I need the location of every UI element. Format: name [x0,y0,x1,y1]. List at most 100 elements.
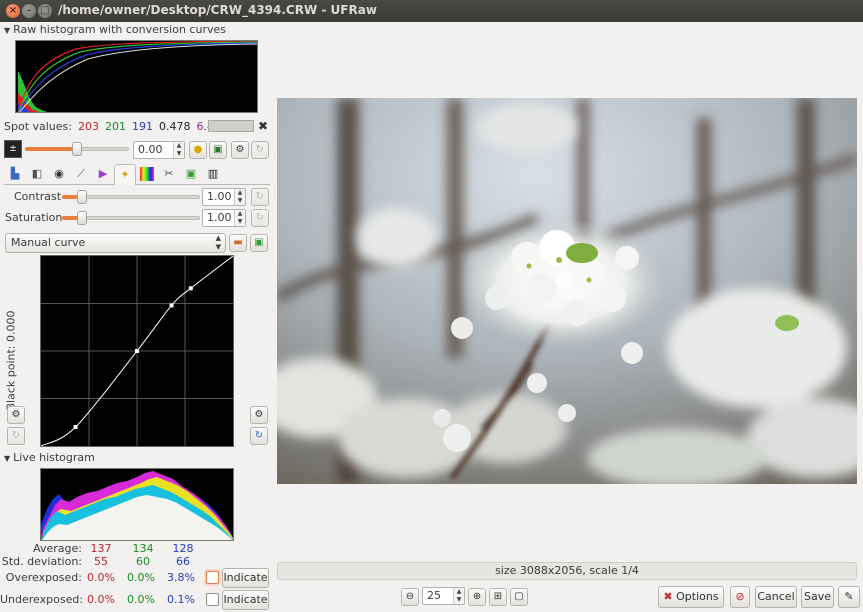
reset-saturation-button[interactable]: ↻ [251,209,269,227]
delete-icon: ⊘ [735,590,745,603]
tab-color-management[interactable]: ▶ [92,164,114,185]
over-red: 0.0% [87,571,115,584]
zoom-fit-button[interactable]: ⊞ [489,588,507,606]
live-histogram-title: Live histogram [13,451,95,464]
wrench-icon: ✖ [663,590,673,603]
curve-anchor-point[interactable] [135,349,139,353]
spot-green: 201 [105,120,126,133]
saturation-slider[interactable] [62,211,200,225]
tab-raw[interactable]: ▙ [4,164,26,185]
reset-curve-button[interactable]: ↻ [250,427,268,445]
zoom-in-button[interactable]: ⊕ [468,588,486,606]
overexposed-indicate-button[interactable]: Indicate [222,568,269,588]
curve-editor[interactable] [40,255,234,447]
auto-exposure-button[interactable]: ● [189,141,207,159]
spin-arrows-icon[interactable]: ▲ ▼ [234,189,245,205]
underexposed-label: Underexposed: [0,593,84,606]
zoom-fit-icon: ⊞ [493,591,503,602]
contrast-spinbox[interactable]: 1.00 ▲ ▼ [202,188,246,206]
maximize-window-button[interactable]: □ [38,4,52,18]
save-curve-button[interactable]: ▣ [250,234,268,252]
std-deviation-label: Std. deviation: [1,555,82,568]
tab-save[interactable]: ▣ [180,164,202,185]
tool-tabs: ▙ ◧ ◉ ⟋ ▶ ✦ ✂ ▣ ▥ [4,163,270,185]
gears-icon: ⚙ [11,409,21,420]
zoom-spinbox[interactable]: 25 ▲ ▼ [422,587,465,605]
tab-base-curve[interactable]: ⟋ [70,164,92,185]
tab-lens[interactable]: ◉ [48,164,70,185]
curve-options-button[interactable]: ⚙ [7,406,25,424]
over-green: 0.0% [127,571,155,584]
std-red: 55 [94,555,108,568]
reset-contrast-button[interactable]: ↻ [251,188,269,206]
save-curve-icon: ▣ [254,237,264,248]
combo-arrows-icon: ▲ ▼ [215,234,221,251]
tab-exif[interactable]: ▥ [202,164,224,185]
bottom-toolbar: ⊖ 25 ▲ ▼ ⊕ ⊞ ▢ ✖ Options ⊘ Cancel Save ✎ [277,585,863,609]
contrast-slider[interactable] [62,190,200,204]
curve-anchor-point[interactable] [188,286,193,291]
expander-down-icon: ▼ [4,454,11,463]
clip-highlights-button[interactable]: ▣ [209,141,227,159]
under-blue: 0.1% [167,593,195,606]
load-curve-button[interactable]: ▬ [229,234,247,252]
curve-anchor-point[interactable] [73,425,78,429]
live-histogram-graph [41,469,233,540]
underexposed-indicate-checkbox[interactable] [206,593,219,606]
folder-icon: ▬ [233,237,243,248]
overexposed-indicate-checkbox[interactable] [206,571,219,584]
curve-anchor-point[interactable] [169,303,174,308]
window-title: /home/owner/Desktop/CRW_4394.CRW - UFRaw [58,3,377,17]
contrast-label: Contrast [14,190,62,203]
exposure-options-button[interactable]: ⚙ [231,141,249,159]
spin-arrows-icon[interactable]: ▲ ▼ [453,588,464,604]
std-green: 60 [136,555,150,568]
send-to-gimp-button[interactable]: ✎ [838,586,860,608]
exposure-spinbox[interactable]: 0.00 ▲ ▼ [133,141,185,159]
saturation-label: Saturation [5,211,63,224]
curve-select-value: Manual curve [11,236,86,249]
cancel-button[interactable]: Cancel [755,586,797,608]
title-bar: × – □ /home/owner/Desktop/CRW_4394.CRW -… [0,0,863,22]
saturation-spinbox[interactable]: 1.00 ▲ ▼ [202,209,246,227]
reset-exposure-button[interactable]: ↻ [251,141,269,159]
tab-grayscale[interactable]: ◧ [26,164,48,185]
zoom-100-button[interactable]: ▢ [510,588,528,606]
tab-lightness[interactable] [136,164,158,185]
spin-arrows-icon[interactable]: ▲ ▼ [234,210,245,226]
exposure-icon: ± [4,140,22,158]
average-red: 137 [90,542,112,555]
average-blue: 128 [172,542,194,555]
clear-spot-icon[interactable]: ✖ [258,119,268,133]
reset-black-point-button[interactable]: ↻ [7,427,25,445]
tab-crop[interactable]: ✂ [158,164,180,185]
dice-icon: ▣ [213,144,223,155]
exposure-slider[interactable] [25,142,129,156]
spot-values-row: Spot values:2032011910.4786.41 ✖ [4,119,270,134]
grayscale-icon: ◧ [31,167,43,180]
delete-button[interactable]: ⊘ [730,586,750,608]
image-preview[interactable] [277,98,857,484]
live-histogram-header[interactable]: ▼ Live histogram [4,451,95,465]
raw-histogram-header[interactable]: ▼ Raw histogram with conversion curves [4,23,226,37]
underexposed-indicate-button[interactable]: Indicate [222,590,269,610]
spin-arrows-icon[interactable]: ▲ ▼ [173,142,184,158]
under-red: 0.0% [87,593,115,606]
curve-select[interactable]: Manual curve ▲ ▼ [5,233,226,253]
black-point-label: Black point: 0.000 [4,310,18,411]
curve-graph[interactable] [40,255,234,447]
options-button[interactable]: ✖ Options [658,586,724,608]
raw-icon: ▙ [10,167,20,180]
auto-curve-button[interactable]: ⚙ [250,406,268,424]
save-icon: ▣ [185,167,197,180]
exposure-value: 0.00 [138,143,163,156]
zoom-value: 25 [427,589,441,602]
save-button[interactable]: Save [801,586,834,608]
zoom-out-button[interactable]: ⊖ [401,588,419,606]
lens-icon: ◉ [54,167,64,180]
tab-corrections[interactable]: ✦ [114,164,136,185]
zoom-100-icon: ▢ [514,591,524,602]
close-window-button[interactable]: × [6,4,20,18]
corrections-icon: ✦ [120,168,130,181]
minimize-window-button[interactable]: – [22,4,36,18]
